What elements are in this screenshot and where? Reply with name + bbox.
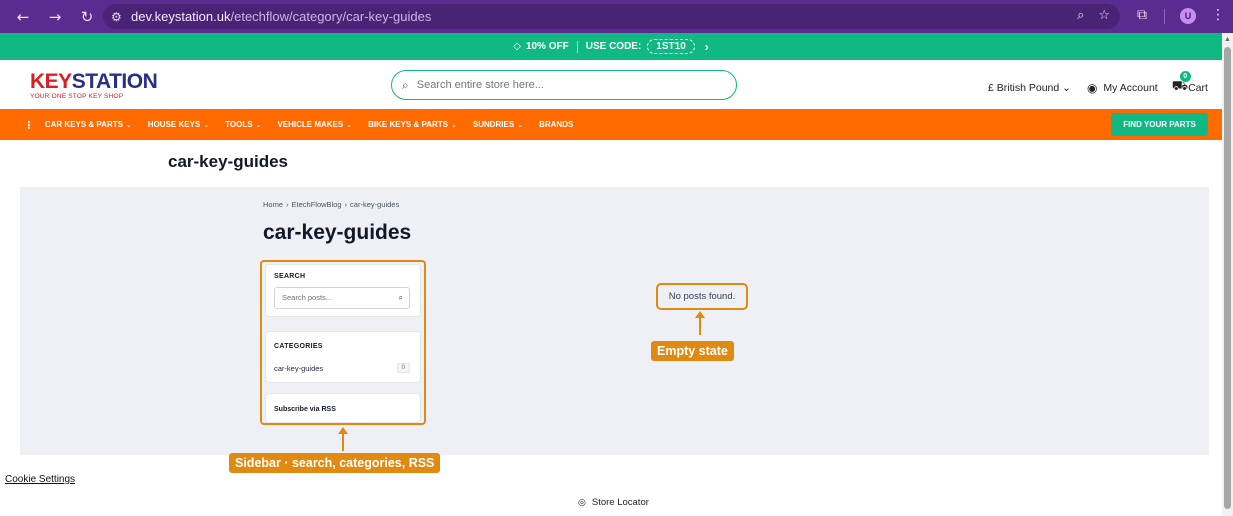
store-locator-label: Store Locator [591, 497, 649, 508]
store-search-input[interactable] [416, 79, 707, 91]
sidebar-rss-card: Subscribe via RSS [265, 393, 421, 423]
site-header: KEYSTATION YOUR ONE STOP KEY SHOP ⌕ £ Br… [0, 60, 1222, 109]
tag-icon: ◇ [513, 41, 521, 52]
sidebar-categories-card: CATEGORIES car-key-guides 0 [265, 331, 421, 383]
promo-use-code-label: USE CODE: [585, 41, 642, 52]
nav-house-keys[interactable]: HOUSE KEYS ⌄ [148, 120, 209, 129]
nav-item-label: VEHICLE MAKES [277, 120, 344, 129]
reload-icon[interactable]: ↻ [78, 8, 96, 26]
empty-state-annotation: Empty state [651, 341, 734, 361]
sidebar-arrow [342, 433, 344, 451]
nav-tools[interactable]: TOOLS ⌄ [225, 120, 261, 129]
logo-key: KEY [30, 70, 72, 93]
main-nav: ⁝ CAR KEYS & PARTS ⌄ HOUSE KEYS ⌄ TOOLS ⌄ V… [0, 109, 1222, 140]
empty-state-message: No posts found. [656, 283, 748, 310]
promo-code[interactable]: 1ST10 [647, 39, 695, 54]
category-count-badge: 0 [396, 363, 410, 373]
extensions-icon[interactable]: ⧉ [1137, 7, 1147, 23]
page-title: car-key-guides [168, 152, 288, 171]
menu-icon[interactable]: ⋮ [1211, 7, 1225, 23]
forward-icon[interactable]: → [46, 8, 64, 26]
logo-tagline: YOUR ONE STOP KEY SHOP [30, 93, 124, 100]
nav-car-keys-parts[interactable]: CAR KEYS & PARTS ⌄ [45, 120, 132, 129]
breadcrumb-separator: › [286, 200, 289, 209]
breadcrumb-separator: › [344, 200, 348, 209]
cart-button[interactable]: ⛟ 0 Cart [1172, 71, 1208, 96]
cart-count-badge: 0 [1179, 71, 1191, 82]
category-name[interactable]: car-key-guides [274, 364, 323, 373]
nav-vehicle-makes[interactable]: VEHICLE MAKES ⌄ [277, 120, 352, 129]
chevron-down-icon: ⌄ [450, 121, 457, 129]
nav-item-label: BRANDS [539, 120, 574, 129]
back-icon[interactable]: ← [14, 8, 32, 26]
more-menu-icon[interactable]: ⁝ [27, 118, 31, 132]
url-text[interactable]: dev.keystation.uk/etechflow/category/car… [131, 9, 431, 24]
nav-item-label: SUNDRIES [472, 120, 515, 129]
scrollbar-thumb[interactable] [1224, 47, 1231, 509]
nav-item-label: TOOLS [225, 120, 253, 129]
browser-toolbar: ← → ↻ ⚙ dev.keystation.uk/etechflow/cate… [0, 0, 1233, 33]
store-search[interactable]: ⌕ [391, 70, 737, 100]
posts-search-input[interactable] [282, 293, 392, 302]
url-host: dev.keystation.uk [131, 9, 231, 24]
search-icon[interactable]: ⌕ [399, 293, 403, 303]
logo-station: STATION [71, 70, 158, 93]
cart-label: Cart [1188, 81, 1208, 94]
my-account-link[interactable]: My Account [1103, 82, 1157, 94]
breadcrumb-blog[interactable]: EtechFlowBlog [292, 200, 342, 209]
address-bar[interactable]: ⚙ dev.keystation.uk/etechflow/category/c… [103, 4, 1120, 29]
sidebar-annotation: Sidebar · search, categories, RSS [229, 453, 441, 473]
currency-selector[interactable]: £ British Pound ⌄ [988, 82, 1071, 94]
breadcrumb: Home › EtechFlowBlog › car-key-guides [263, 200, 399, 209]
breadcrumb-current: car-key-guides [350, 200, 400, 209]
nav-brands[interactable]: BRANDS [539, 120, 573, 129]
nav-sundries[interactable]: SUNDRIES ⌄ [473, 120, 523, 129]
profile-avatar[interactable]: U [1180, 8, 1196, 24]
sidebar-search-card: SEARCH ⌕ [265, 264, 421, 317]
promo-discount: 10% OFF [525, 41, 569, 52]
breadcrumb-home[interactable]: Home [263, 200, 283, 209]
find-your-parts-button[interactable]: FIND YOUR PARTS [1111, 113, 1208, 136]
chevron-right-icon[interactable]: › [705, 40, 709, 54]
chevron-down-icon: ⌄ [346, 121, 353, 129]
header-actions: £ British Pound ⌄ ◉ My Account ⛟ 0 Cart [988, 71, 1208, 96]
nav-item-label: HOUSE KEYS [147, 120, 201, 129]
user-icon[interactable]: ◉ [1087, 81, 1097, 95]
promo-bar[interactable]: ◇ 10% OFF USE CODE: 1ST10 › [0, 33, 1222, 60]
nav-item-label: CAR KEYS & PARTS [44, 120, 123, 129]
chevron-down-icon: ⌄ [125, 121, 132, 129]
posts-search-box[interactable]: ⌕ [274, 287, 410, 309]
scroll-up-icon[interactable]: ▲ [1224, 36, 1231, 43]
nav-bike-keys-parts[interactable]: BIKE KEYS & PARTS ⌄ [368, 120, 457, 129]
search-icon: ⌕ [402, 77, 409, 92]
browser-nav: ← → ↻ [0, 8, 96, 26]
category-item[interactable]: car-key-guides 0 [274, 361, 410, 375]
search-card-title: SEARCH [274, 273, 306, 280]
chevron-down-icon: ⌄ [203, 121, 210, 129]
categories-card-title: CATEGORIES [274, 343, 323, 350]
subscribe-rss-link[interactable]: Subscribe via RSS [274, 406, 336, 413]
star-icon[interactable]: ☆ [1098, 8, 1110, 23]
site-info-icon[interactable]: ⚙ [111, 10, 131, 24]
chevron-down-icon: ⌄ [517, 121, 524, 129]
promo-divider [576, 40, 578, 53]
blog-content-area: Home › EtechFlowBlog › car-key-guides car-ke… [20, 187, 1209, 455]
site-logo[interactable]: KEYSTATION YOUR ONE STOP KEY SHOP [30, 70, 158, 100]
nav-item-label: BIKE KEYS & PARTS [368, 120, 448, 129]
blog-category-title: car-key-guides [263, 221, 412, 244]
location-pin-icon: ◎ [578, 497, 586, 508]
zoom-icon[interactable]: ⌕ [1077, 8, 1084, 23]
cookie-settings-link[interactable]: Cookie Settings [5, 474, 75, 485]
blog-sidebar: SEARCH ⌕ CATEGORIES car-key-guides 0 Sub… [260, 260, 426, 425]
page-scrollbar[interactable]: ▲ [1222, 33, 1233, 516]
url-path: /etechflow/category/car-key-guides [230, 9, 432, 24]
empty-state-arrow [699, 317, 701, 335]
toolbar-divider [1164, 9, 1165, 24]
store-locator-link[interactable]: ◎ Store Locator [578, 497, 649, 508]
chevron-down-icon: ⌄ [255, 121, 262, 129]
